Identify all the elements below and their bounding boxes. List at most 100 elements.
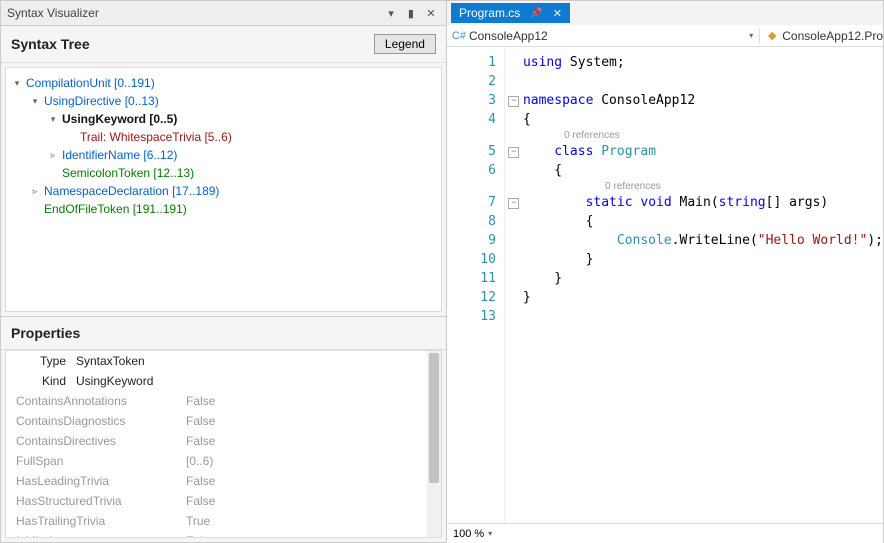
chevron-down-icon[interactable]: ▾ xyxy=(10,76,24,90)
property-row[interactable]: HasLeadingTrivia False xyxy=(6,471,441,491)
prop-value: False xyxy=(186,534,431,538)
line-number: 5 xyxy=(447,142,496,161)
line-number: 3 xyxy=(447,91,496,110)
property-row[interactable]: ContainsDiagnosticsFalse xyxy=(6,411,441,431)
property-row[interactable]: HasTrailingTrivia True xyxy=(6,511,441,531)
property-row: KindUsingKeyword xyxy=(6,371,441,391)
chevron-down-icon[interactable]: ▾ xyxy=(46,112,60,126)
line-number: 6 xyxy=(447,161,496,180)
code-line[interactable]: { xyxy=(523,212,883,231)
line-number: 7 xyxy=(447,193,496,212)
prop-key: Type xyxy=(16,354,66,368)
chevron-down-icon: ▾ xyxy=(749,31,753,40)
prop-key: HasStructuredTrivia xyxy=(16,494,176,508)
tree-node[interactable]: ▹NamespaceDeclaration [17..189) xyxy=(10,182,437,200)
code-line[interactable]: } xyxy=(523,288,883,307)
tree-node[interactable]: EndOfFileToken [191..191) xyxy=(10,200,437,218)
code-line[interactable]: { xyxy=(523,110,883,129)
tree-node-label: UsingDirective [0..13) xyxy=(42,93,161,109)
line-number: 11 xyxy=(447,269,496,288)
nav-project-dropdown[interactable]: C# ConsoleApp12 ▾ xyxy=(447,29,760,43)
code-line[interactable] xyxy=(523,307,883,326)
prop-value: False xyxy=(186,474,431,488)
legend-button[interactable]: Legend xyxy=(374,34,436,54)
code-line[interactable]: static void Main(string[] args) xyxy=(523,193,883,212)
prop-value: False xyxy=(186,394,431,408)
line-number: 13 xyxy=(447,307,496,326)
prop-key: HasTrailingTrivia xyxy=(16,514,176,528)
fold-toggle[interactable]: − xyxy=(508,198,519,209)
tab-strip: Program.cs 📌 ✕ xyxy=(447,1,883,25)
nav-type-dropdown[interactable]: ◆ ConsoleApp12.Pro xyxy=(760,29,883,43)
property-row[interactable]: ContainsDirectivesFalse xyxy=(6,431,441,451)
chevron-right-icon[interactable]: ▹ xyxy=(46,148,60,162)
tree-node[interactable]: ▾UsingDirective [0..13) xyxy=(10,92,437,110)
csharp-icon: C# xyxy=(453,30,465,42)
panel-title: Syntax Visualizer xyxy=(7,6,380,20)
tree-node-label: Trail: WhitespaceTrivia [5..6) xyxy=(78,129,234,145)
properties-grid[interactable]: Type SyntaxToken KindUsingKeywordContainsA… xyxy=(5,350,442,538)
line-number: 2 xyxy=(447,72,496,91)
nav-project-label: ConsoleApp12 xyxy=(469,29,548,43)
tab-label: Program.cs xyxy=(459,6,520,20)
property-row[interactable]: FullSpan[0..6) xyxy=(6,451,441,471)
tree-node[interactable]: SemicolonToken [12..13) xyxy=(10,164,437,182)
fold-toggle[interactable]: − xyxy=(508,96,519,107)
line-number: 8 xyxy=(447,212,496,231)
property-row[interactable]: IsMissingFalse xyxy=(6,531,441,538)
tree-node-label: SemicolonToken [12..13) xyxy=(60,165,196,181)
code-line[interactable]: { xyxy=(523,161,883,180)
pin-icon[interactable]: ▮ xyxy=(402,4,420,22)
code-line[interactable]: } xyxy=(523,269,883,288)
prop-value: SyntaxToken xyxy=(76,354,431,368)
code-line[interactable]: namespace ConsoleApp12 xyxy=(523,91,883,110)
tree-node-label: NamespaceDeclaration [17..189) xyxy=(42,183,221,199)
code-area[interactable]: using System;namespace ConsoleApp12{ 0 r… xyxy=(523,47,883,523)
prop-value: [0..6) xyxy=(186,454,431,468)
property-row[interactable]: ContainsAnnotationsFalse xyxy=(6,391,441,411)
tree-node[interactable]: ▾CompilationUnit [0..191) xyxy=(10,74,437,92)
code-line[interactable]: class Program xyxy=(523,142,883,161)
pin-icon[interactable]: 📌 xyxy=(530,8,542,19)
tree-node-label: IdentifierName [6..12) xyxy=(60,147,179,163)
code-line[interactable] xyxy=(523,72,883,91)
fold-toggle[interactable]: − xyxy=(508,147,519,158)
line-number: 4 xyxy=(447,110,496,129)
line-number: 9 xyxy=(447,231,496,250)
line-number-gutter: 12345678910111213 xyxy=(447,47,505,523)
tree-node[interactable]: ▾UsingKeyword [0..5) xyxy=(10,110,437,128)
tree-node[interactable]: ▹IdentifierName [6..12) xyxy=(10,146,437,164)
chevron-down-icon[interactable]: ▾ xyxy=(488,529,492,538)
scrollbar[interactable] xyxy=(427,351,441,537)
close-icon[interactable]: ✕ xyxy=(553,7,562,20)
syntax-visualizer-panel: Syntax Visualizer ▾ ▮ ✕ Syntax Tree Lege… xyxy=(0,0,447,543)
chevron-right-icon[interactable]: ▹ xyxy=(28,184,42,198)
tree-node-label: EndOfFileToken [191..191) xyxy=(42,201,189,217)
syntax-tree[interactable]: ▾CompilationUnit [0..191)▾UsingDirective… xyxy=(5,67,442,312)
scrollbar-thumb[interactable] xyxy=(429,353,439,483)
code-line[interactable]: Console.WriteLine("Hello World!"); xyxy=(523,231,883,250)
file-tab-program[interactable]: Program.cs 📌 ✕ xyxy=(451,3,570,23)
dropdown-icon[interactable]: ▾ xyxy=(382,4,400,22)
prop-value: True xyxy=(186,514,431,528)
codelens[interactable]: 0 references xyxy=(523,180,883,193)
syntax-tree-header: Syntax Tree Legend xyxy=(1,26,446,63)
fold-gutter: − − − xyxy=(505,47,523,523)
chevron-down-icon[interactable]: ▾ xyxy=(28,94,42,108)
nav-type-label: ConsoleApp12.Pro xyxy=(782,29,883,43)
code-line[interactable]: } xyxy=(523,250,883,269)
prop-key: HasLeadingTrivia xyxy=(16,474,176,488)
panel-title-bar: Syntax Visualizer ▾ ▮ ✕ xyxy=(1,1,446,26)
syntax-tree-title: Syntax Tree xyxy=(11,36,374,52)
prop-value: False xyxy=(186,434,431,448)
code-line[interactable]: using System; xyxy=(523,53,883,72)
property-row[interactable]: HasStructuredTriviaFalse xyxy=(6,491,441,511)
prop-value: False xyxy=(186,414,431,428)
close-icon[interactable]: ✕ xyxy=(422,4,440,22)
zoom-level[interactable]: 100 % xyxy=(453,528,484,540)
line-number: 12 xyxy=(447,288,496,307)
codelens[interactable]: 0 references xyxy=(523,129,883,142)
tree-node[interactable]: Trail: WhitespaceTrivia [5..6) xyxy=(10,128,437,146)
editor-body[interactable]: 12345678910111213 −−− using System;names… xyxy=(447,47,883,523)
prop-value: UsingKeyword xyxy=(76,374,431,388)
